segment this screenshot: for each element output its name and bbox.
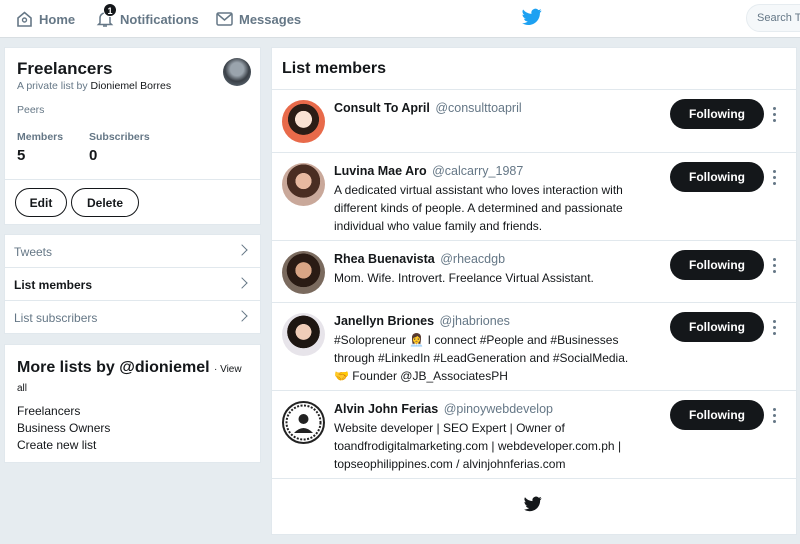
list-item: Rhea Buenavista @rheacdgb Mom. Wife. Int…	[272, 241, 796, 303]
list-profile-card: Freelancers A private list by Dioniemel …	[4, 47, 261, 225]
member-name-line: Luvina Mae Aro @calcarry_1987	[334, 164, 523, 178]
page-title: List members	[282, 60, 387, 77]
chevron-right-icon	[236, 277, 248, 289]
avatar[interactable]	[282, 251, 325, 294]
member-name-line: Janellyn Briones @jhabriones	[334, 314, 510, 328]
list-members-panel: List members Consult To April @consultto…	[271, 47, 797, 535]
notification-badge: 1	[103, 3, 117, 17]
create-list-link[interactable]: Create new list	[17, 437, 110, 454]
search-input[interactable]: Search Tw	[746, 4, 800, 32]
avatar[interactable]	[282, 100, 325, 143]
following-button[interactable]: Following	[670, 99, 764, 129]
avatar[interactable]	[282, 313, 325, 356]
more-options-icon[interactable]	[772, 258, 778, 276]
nav-messages-label: Messages	[239, 11, 302, 27]
member-name[interactable]: Janellyn Briones	[334, 314, 434, 328]
following-button[interactable]: Following	[670, 162, 764, 192]
chevron-right-icon	[236, 310, 248, 322]
list-item: Janellyn Briones @jhabriones #Solopreneu…	[272, 303, 796, 391]
member-name[interactable]: Alvin John Ferias	[334, 402, 438, 416]
list-nav-card: Tweets List members List subscribers	[4, 234, 261, 334]
more-options-icon[interactable]	[772, 107, 778, 125]
member-name[interactable]: Rhea Buenavista	[334, 252, 435, 266]
list-title: Freelancers	[17, 59, 113, 78]
member-bio: A dedicated virtual assistant who loves …	[334, 183, 623, 233]
member-handle[interactable]: @rheacdgb	[440, 252, 505, 266]
subscribers-stat[interactable]: Subscribers 0	[89, 131, 150, 164]
member-name-line: Rhea Buenavista @rheacdgb	[334, 252, 505, 266]
member-handle[interactable]: @jhabriones	[440, 314, 510, 328]
list-owner-line: A private list by Dioniemel Borres	[17, 80, 171, 92]
edit-button[interactable]: Edit	[15, 188, 67, 217]
nav-messages[interactable]: Messages	[216, 0, 301, 38]
more-options-icon[interactable]	[772, 170, 778, 188]
member-bio: Mom. Wife. Introvert. Freelance Virtual …	[334, 271, 594, 285]
members-label: Members	[17, 131, 64, 143]
nav-home-label: Home	[39, 11, 76, 27]
subscribers-label: Subscribers	[89, 131, 150, 143]
avatar[interactable]	[282, 401, 325, 444]
nav-home[interactable]: Home	[16, 0, 75, 38]
list-by-prefix: A private list by	[17, 80, 88, 92]
avatar[interactable]	[223, 58, 251, 86]
list-description: Peers	[17, 104, 45, 116]
more-options-icon[interactable]	[772, 408, 778, 426]
twitter-logo-icon[interactable]	[522, 8, 542, 26]
following-button[interactable]: Following	[670, 400, 764, 430]
more-lists-items: Freelancers Business Owners Create new l…	[17, 403, 110, 454]
sidebar-item-tweets[interactable]: Tweets	[5, 235, 260, 268]
delete-button[interactable]: Delete	[71, 188, 139, 217]
member-handle[interactable]: @consulttoapril	[435, 101, 521, 115]
list-owner-link[interactable]: Dioniemel Borres	[91, 80, 172, 92]
list-item: Consult To April @consulttoapril Followi…	[272, 90, 796, 153]
chevron-right-icon	[236, 244, 248, 256]
avatar-seal-icon	[285, 404, 322, 441]
more-lists-card: More lists by @dioniemel · View all Free…	[4, 344, 261, 463]
member-bio: #Solopreneur 👩‍💼 I connect #People and #…	[334, 333, 629, 383]
following-button[interactable]: Following	[670, 250, 764, 280]
list-item: Luvina Mae Aro @calcarry_1987 A dedicate…	[272, 153, 796, 241]
more-lists-heading: More lists by @dioniemel · View all	[17, 359, 253, 397]
home-icon	[17, 11, 32, 27]
sidebar-item-label: Tweets	[14, 245, 53, 259]
top-navigation: Home 1 Notifications Messages Search Tw	[0, 0, 800, 38]
member-handle[interactable]: @calcarry_1987	[432, 164, 523, 178]
members-stat[interactable]: Members 5	[17, 131, 63, 164]
more-options-icon[interactable]	[772, 320, 778, 338]
more-lists-title: More lists by @dioniemel	[17, 359, 210, 376]
member-bio: Website developer | SEO Expert | Owner o…	[334, 421, 622, 471]
list-link[interactable]: Business Owners	[17, 420, 110, 437]
member-name-line: Consult To April @consulttoapril	[334, 101, 522, 115]
avatar[interactable]	[282, 163, 325, 206]
member-name[interactable]: Luvina Mae Aro	[334, 164, 427, 178]
member-handle[interactable]: @pinoywebdevelop	[444, 402, 553, 416]
sidebar-item-label: List subscribers	[14, 311, 98, 325]
divider	[5, 179, 260, 180]
list-item: Alvin John Ferias @pinoywebdevelop Websi…	[272, 391, 796, 479]
nav-notifications-label: Notifications	[120, 11, 199, 27]
member-name-line: Alvin John Ferias @pinoywebdevelop	[334, 402, 553, 416]
sidebar-item-list-members[interactable]: List members	[5, 268, 260, 301]
subscribers-count: 0	[89, 147, 98, 164]
nav-notifications[interactable]: 1 Notifications	[96, 0, 199, 38]
sidebar-item-list-subscribers[interactable]: List subscribers	[5, 301, 260, 334]
envelope-icon	[216, 12, 233, 26]
members-count: 5	[17, 147, 26, 164]
sidebar-item-label: List members	[14, 278, 93, 292]
member-name[interactable]: Consult To April	[334, 101, 430, 115]
twitter-bird-icon	[524, 496, 542, 512]
list-link[interactable]: Freelancers	[17, 403, 110, 420]
following-button[interactable]: Following	[670, 312, 764, 342]
